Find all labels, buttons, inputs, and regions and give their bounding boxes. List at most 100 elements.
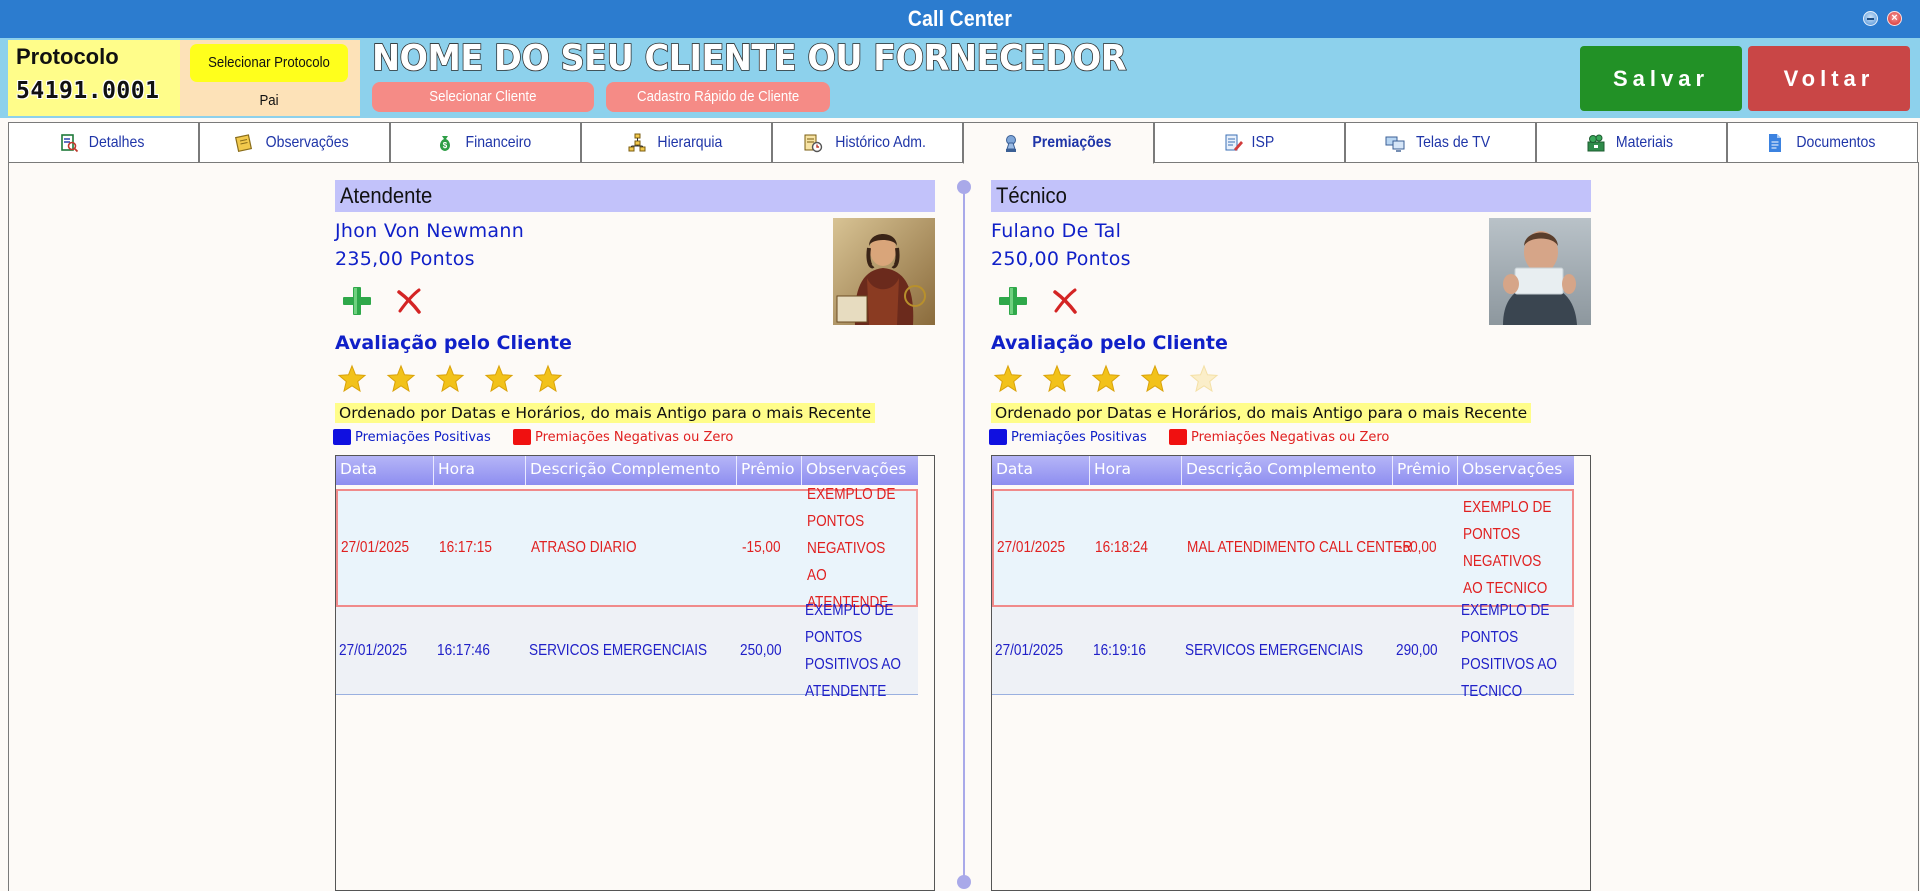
attendant-name: Jhon Von Newmann: [335, 220, 525, 242]
attendant-points: 235,00 Pontos: [335, 248, 475, 270]
attendant-heading: Atendente: [335, 180, 935, 212]
select-parent-protocol-button[interactable]: Selecionar Protocolo Pai: [190, 44, 348, 109]
legend-negative-swatch: [1169, 429, 1187, 445]
star-1[interactable]: [993, 364, 1023, 394]
star-2[interactable]: [1042, 364, 1072, 394]
add-award-icon[interactable]: [997, 285, 1029, 317]
remove-award-icon[interactable]: [395, 287, 423, 315]
tab-financeiro[interactable]: $ Financeiro: [390, 122, 581, 163]
tab-materiais-label: Materiais: [1615, 133, 1674, 151]
protocol-number: 54191.0001: [16, 78, 160, 104]
money-bag-icon: $: [435, 133, 455, 153]
col-premio[interactable]: Prêmio: [1393, 456, 1458, 485]
tab-detalhes-label: Detalhes: [88, 133, 145, 151]
cell-data: 27/01/2025: [339, 641, 408, 659]
table-row[interactable]: 27/01/2025 16:17:46 SERVICOS EMERGENCIAI…: [336, 601, 918, 700]
tab-isp[interactable]: ISP: [1154, 122, 1345, 163]
document-search-icon: [59, 133, 79, 153]
edit-list-icon: [1224, 133, 1244, 153]
select-client-button[interactable]: Selecionar Cliente: [372, 82, 594, 112]
tab-hierarquia[interactable]: Hierarquia: [581, 122, 772, 163]
technician-heading-label: Técnico: [996, 183, 1067, 208]
technician-points: 250,00 Pontos: [991, 248, 1131, 270]
tab-hierarquia-label: Hierarquia: [657, 133, 722, 151]
technician-ordered-note: Ordenado por Datas e Horários, do mais A…: [991, 403, 1532, 423]
col-data[interactable]: Data: [992, 456, 1090, 485]
tab-financeiro-label: Financeiro: [465, 133, 532, 151]
add-award-icon[interactable]: [341, 285, 373, 317]
star-2[interactable]: [386, 364, 416, 394]
star-3[interactable]: [435, 364, 465, 394]
cell-premio: 250,00: [740, 641, 782, 659]
technician-heading: Técnico: [991, 180, 1591, 212]
technician-awards-table: Data Hora Descrição Complemento Prêmio O…: [991, 455, 1591, 891]
panel-divider[interactable]: [963, 186, 965, 881]
window-title: Call Center: [907, 6, 1013, 31]
star-5-empty[interactable]: [1189, 364, 1219, 394]
technician-evaluation-title: Avaliação pelo Cliente: [991, 332, 1228, 354]
close-window-button[interactable]: ×: [1887, 11, 1902, 26]
cell-hora: 16:19:16: [1093, 641, 1146, 659]
table-header: Data Hora Descrição Complemento Prêmio O…: [992, 456, 1574, 485]
table-row[interactable]: 27/01/2025 16:17:15 ATRASO DIARIO -15,00…: [336, 485, 918, 611]
cell-observacoes: EXEMPLO DE PONTOS POSITIVOS AO TECNICO: [1461, 601, 1557, 700]
tab-premiacoes[interactable]: Premiações: [963, 122, 1154, 164]
legend-negative-label: Premiações Negativas ou Zero: [535, 430, 734, 445]
legend-negative-label: Premiações Negativas ou Zero: [1191, 430, 1390, 445]
star-4[interactable]: [484, 364, 514, 394]
title-bar: Call Center ×: [0, 0, 1920, 38]
minimize-button[interactable]: [1863, 11, 1878, 26]
cell-descricao: SERVICOS EMERGENCIAIS: [1185, 641, 1364, 659]
table-row[interactable]: 27/01/2025 16:18:24 MAL ATENDIMENTO CALL…: [992, 489, 1574, 607]
cell-hora: 16:17:15: [439, 539, 492, 556]
attendant-heading-label: Atendente: [340, 183, 433, 208]
cell-observacoes: EXEMPLO DE PONTOS POSITIVOS AO ATENDENTE: [805, 601, 901, 700]
back-button[interactable]: Voltar: [1748, 46, 1910, 111]
tab-materiais[interactable]: Materiais: [1536, 122, 1727, 163]
tab-isp-label: ISP: [1251, 133, 1274, 151]
divider-handle-bottom[interactable]: [957, 875, 971, 889]
tab-observacoes-label: Observações: [266, 133, 349, 151]
legend-positive-label: Premiações Positivas: [1011, 430, 1147, 445]
svg-text:$: $: [443, 141, 448, 150]
tab-historico-adm[interactable]: Histórico Adm.: [772, 122, 963, 163]
tab-detalhes[interactable]: Detalhes: [8, 122, 199, 163]
col-descricao[interactable]: Descrição Complemento: [526, 456, 737, 485]
star-3[interactable]: [1091, 364, 1121, 394]
legend-positive-label: Premiações Positivas: [355, 430, 491, 445]
technician-photo: [1489, 218, 1591, 325]
remove-award-icon[interactable]: [1051, 287, 1079, 315]
quick-register-client-button[interactable]: Cadastro Rápido de Cliente: [606, 82, 830, 112]
select-parent-protocol-label: Selecionar Protocolo Pai: [208, 54, 330, 109]
cell-descricao: ATRASO DIARIO: [531, 539, 637, 556]
col-descricao[interactable]: Descrição Complemento: [1182, 456, 1393, 485]
star-1[interactable]: [337, 364, 367, 394]
star-4[interactable]: [1140, 364, 1170, 394]
cell-hora: 16:17:46: [437, 641, 490, 659]
attendant-evaluation-title: Avaliação pelo Cliente: [335, 332, 572, 354]
cell-premio: -15,00: [742, 539, 781, 556]
col-hora[interactable]: Hora: [1090, 456, 1182, 485]
tab-observacoes[interactable]: Observações: [199, 122, 390, 163]
legend-negative-swatch: [513, 429, 531, 445]
col-hora[interactable]: Hora: [434, 456, 526, 485]
cell-observacoes: EXEMPLO DE PONTOS NEGATIVOS AO ATENTENDE: [807, 485, 896, 611]
cell-data: 27/01/2025: [995, 641, 1064, 659]
save-button[interactable]: Salvar: [1580, 46, 1742, 111]
history-icon: [803, 133, 823, 153]
tab-telas-de-tv[interactable]: Telas de TV: [1345, 122, 1536, 163]
table-row[interactable]: 27/01/2025 16:19:16 SERVICOS EMERGENCIAI…: [992, 601, 1574, 700]
star-5[interactable]: [533, 364, 563, 394]
attendant-panel: Atendente Jhon Von Newmann 235,00 Pontos…: [333, 180, 935, 891]
divider-handle-top[interactable]: [957, 180, 971, 194]
tab-documentos-label: Documentos: [1795, 133, 1876, 151]
tab-documentos[interactable]: Documentos: [1727, 122, 1918, 163]
col-observacoes[interactable]: Observações: [1458, 456, 1574, 485]
trophy-icon: [1001, 133, 1021, 153]
tv-screens-icon: [1385, 133, 1405, 153]
cell-descricao: SERVICOS EMERGENCIAIS: [529, 641, 708, 659]
col-data[interactable]: Data: [336, 456, 434, 485]
protocol-label: Protocolo: [16, 44, 119, 69]
col-premio[interactable]: Prêmio: [737, 456, 802, 485]
tab-bar: Detalhes Observações $ Financeiro Hierar…: [8, 122, 1919, 164]
